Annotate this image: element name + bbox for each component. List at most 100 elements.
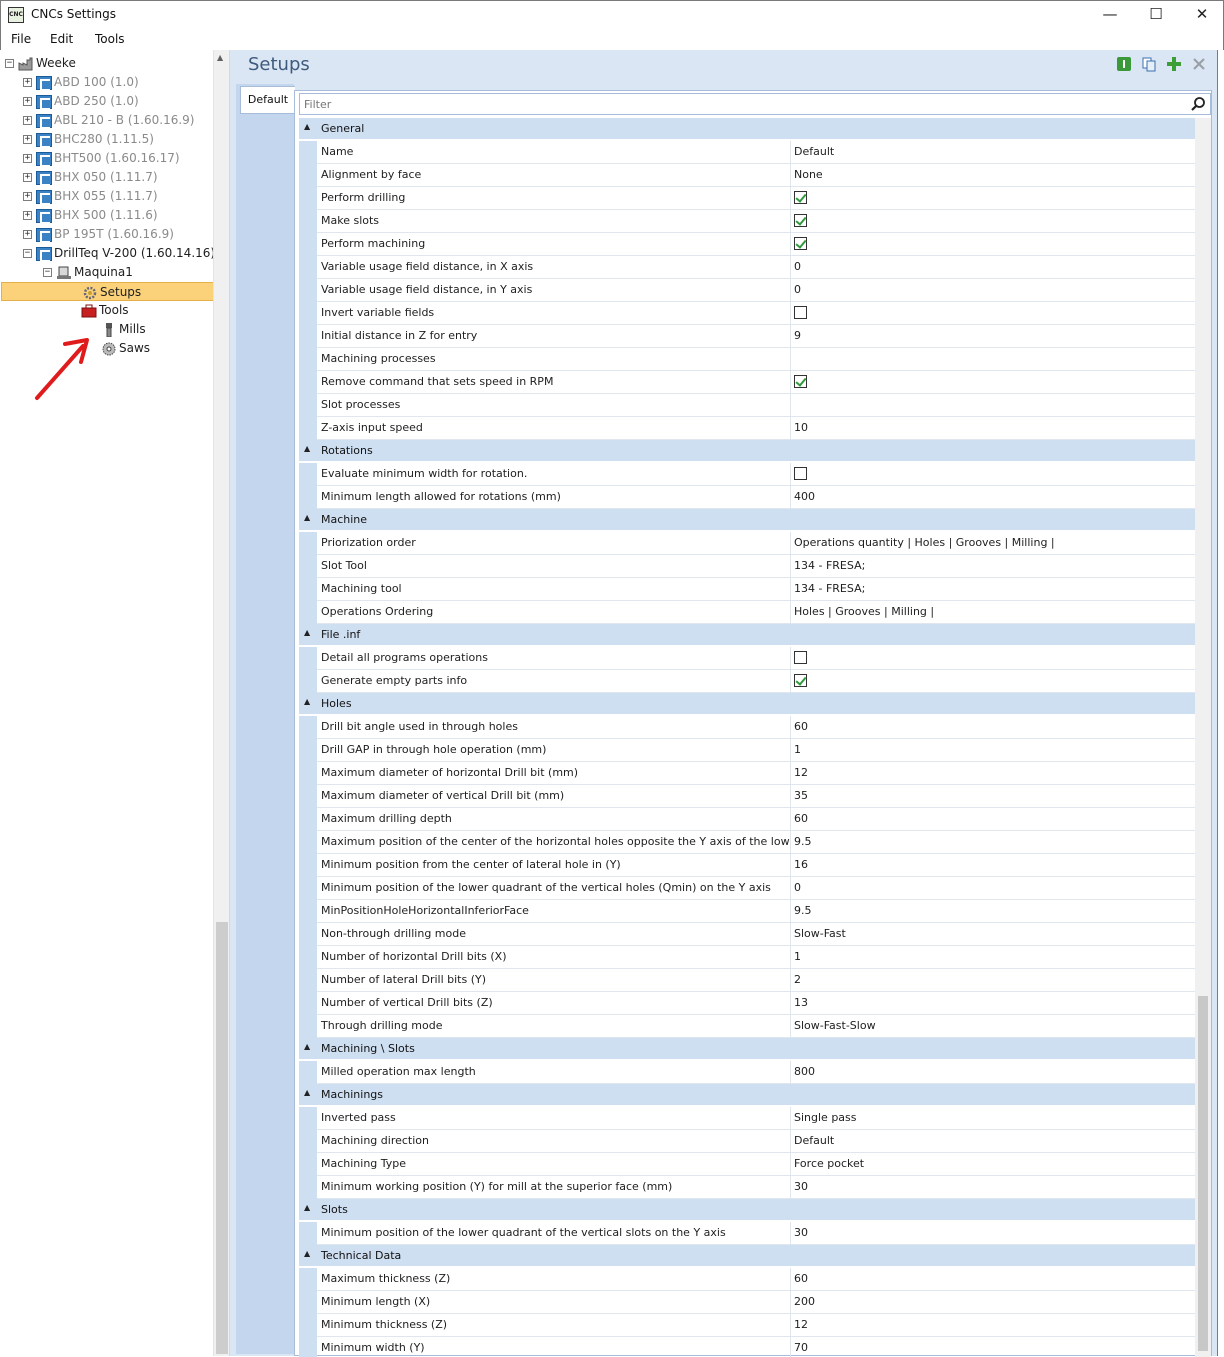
property-row[interactable]: Maximum thickness (Z) 60 (299, 1268, 1195, 1291)
tree-item[interactable]: Mills (101, 320, 146, 339)
expand-icon[interactable]: + (23, 192, 32, 201)
property-row[interactable]: Minimum width (Y) 70 (299, 1337, 1195, 1357)
property-row[interactable]: Maximum drilling depth 60 (299, 808, 1195, 831)
tab-default[interactable]: Default (240, 86, 295, 114)
category-header[interactable]: ▲ Holes (299, 693, 1195, 715)
property-row[interactable]: Number of vertical Drill bits (Z) 13 (299, 992, 1195, 1015)
property-row[interactable]: Evaluate minimum width for rotation. (299, 463, 1195, 486)
tree-item[interactable]: − Maquina1 (43, 263, 133, 282)
copy-icon[interactable] (1141, 56, 1157, 72)
property-value[interactable]: 200 (791, 1291, 1195, 1314)
tree-item[interactable]: + ABD 100 (1.0) (23, 73, 139, 92)
property-value[interactable]: None (791, 164, 1195, 187)
expand-icon[interactable]: + (23, 135, 32, 144)
property-value[interactable]: 0 (791, 256, 1195, 279)
category-header[interactable]: ▲ General (299, 118, 1195, 140)
property-value[interactable]: Default (791, 1130, 1195, 1153)
property-row[interactable]: MinPositionHoleHorizontalInferiorFace 9.5 (299, 900, 1195, 923)
property-row[interactable]: Number of horizontal Drill bits (X) 1 (299, 946, 1195, 969)
collapse-icon[interactable]: − (23, 249, 32, 258)
property-value[interactable]: 12 (791, 1314, 1195, 1337)
property-value[interactable]: 60 (791, 716, 1195, 739)
property-value[interactable]: 0 (791, 877, 1195, 900)
property-row[interactable]: Drill GAP in through hole operation (mm)… (299, 739, 1195, 762)
category-header[interactable]: ▲ Rotations (299, 440, 1195, 462)
collapse-icon[interactable]: − (5, 59, 14, 68)
expand-icon[interactable]: + (23, 230, 32, 239)
property-row[interactable]: Machining direction Default (299, 1130, 1195, 1153)
add-icon[interactable] (1166, 56, 1182, 72)
tree-item[interactable]: + ABD 250 (1.0) (23, 92, 139, 111)
maximize-button[interactable]: ☐ (1133, 1, 1179, 29)
property-row[interactable]: Priorization order Operations quantity | … (299, 532, 1195, 555)
property-value[interactable]: 2 (791, 969, 1195, 992)
property-row[interactable]: Initial distance in Z for entry 9 (299, 325, 1195, 348)
property-row[interactable]: Minimum position from the center of late… (299, 854, 1195, 877)
property-value[interactable]: 60 (791, 1268, 1195, 1291)
menu-tools[interactable]: Tools (95, 32, 125, 46)
property-row[interactable]: Machining tool 134 - FRESA; (299, 578, 1195, 601)
property-row[interactable]: Invert variable fields (299, 302, 1195, 325)
property-value[interactable]: 30 (791, 1222, 1195, 1245)
tree-item[interactable]: + BP 195T (1.60.16.9) (23, 225, 174, 244)
property-row[interactable]: Perform drilling (299, 187, 1195, 210)
category-header[interactable]: ▲ Machine (299, 509, 1195, 531)
property-value[interactable]: 13 (791, 992, 1195, 1015)
collapse-chevron-icon[interactable]: ▲ (304, 122, 310, 131)
grid-scrollbar[interactable] (1195, 118, 1211, 1357)
property-row[interactable]: Non-through drilling mode Slow-Fast (299, 923, 1195, 946)
property-value[interactable] (791, 348, 1195, 371)
property-value[interactable]: Default (791, 141, 1195, 164)
property-value[interactable]: 800 (791, 1061, 1195, 1084)
property-row[interactable]: Perform machining (299, 233, 1195, 256)
property-row[interactable]: Name Default (299, 141, 1195, 164)
collapse-chevron-icon[interactable]: ▲ (304, 513, 310, 522)
property-row[interactable]: Machining processes (299, 348, 1195, 371)
property-row[interactable]: Inverted pass Single pass (299, 1107, 1195, 1130)
property-checkbox[interactable] (794, 651, 807, 664)
property-value[interactable]: 1 (791, 946, 1195, 969)
property-value[interactable] (791, 394, 1195, 417)
expand-icon[interactable]: + (23, 78, 32, 87)
expand-icon[interactable]: + (23, 211, 32, 220)
property-value[interactable]: 70 (791, 1337, 1195, 1357)
menu-file[interactable]: File (11, 32, 31, 46)
property-value[interactable]: 35 (791, 785, 1195, 808)
scroll-up-icon[interactable]: ▲ (217, 53, 223, 62)
property-row[interactable]: Minimum length allowed for rotations (mm… (299, 486, 1195, 509)
property-row[interactable]: Variable usage field distance, in Y axis… (299, 279, 1195, 302)
property-row[interactable]: Minimum length (X) 200 (299, 1291, 1195, 1314)
collapse-chevron-icon[interactable]: ▲ (304, 1088, 310, 1097)
property-row[interactable]: Through drilling mode Slow-Fast-Slow (299, 1015, 1195, 1038)
tree-item[interactable]: + BHC280 (1.11.5) (23, 130, 154, 149)
collapse-chevron-icon[interactable]: ▲ (304, 628, 310, 637)
property-checkbox[interactable] (794, 375, 807, 388)
property-value[interactable]: 10 (791, 417, 1195, 440)
property-value[interactable]: 134 - FRESA; (791, 578, 1195, 601)
property-row[interactable]: Minimum position of the lower quadrant o… (299, 877, 1195, 900)
property-row[interactable]: Alignment by face None (299, 164, 1195, 187)
collapse-chevron-icon[interactable]: ▲ (304, 1203, 310, 1212)
tree-item[interactable]: + BHX 500 (1.11.6) (23, 206, 158, 225)
category-header[interactable]: ▲ Machining \ Slots (299, 1038, 1195, 1060)
category-header[interactable]: ▲ Slots (299, 1199, 1195, 1221)
property-checkbox[interactable] (794, 191, 807, 204)
property-checkbox[interactable] (794, 674, 807, 687)
property-value[interactable]: Slow-Fast (791, 923, 1195, 946)
expand-icon[interactable]: + (23, 154, 32, 163)
property-checkbox[interactable] (794, 467, 807, 480)
property-checkbox[interactable] (794, 306, 807, 319)
category-header[interactable]: ▲ File .inf (299, 624, 1195, 646)
property-checkbox[interactable] (794, 237, 807, 250)
property-value[interactable]: 134 - FRESA; (791, 555, 1195, 578)
expand-icon[interactable]: + (23, 97, 32, 106)
property-row[interactable]: Maximum position of the center of the ho… (299, 831, 1195, 854)
property-value[interactable]: Force pocket (791, 1153, 1195, 1176)
collapse-chevron-icon[interactable]: ▲ (304, 1249, 310, 1258)
property-value[interactable]: Slow-Fast-Slow (791, 1015, 1195, 1038)
property-row[interactable]: Minimum thickness (Z) 12 (299, 1314, 1195, 1337)
property-row[interactable]: Slot Tool 134 - FRESA; (299, 555, 1195, 578)
tree-scroll-thumb[interactable] (216, 922, 228, 1354)
minimize-button[interactable]: — (1087, 1, 1133, 29)
tree-item[interactable]: − Weeke (5, 54, 76, 73)
